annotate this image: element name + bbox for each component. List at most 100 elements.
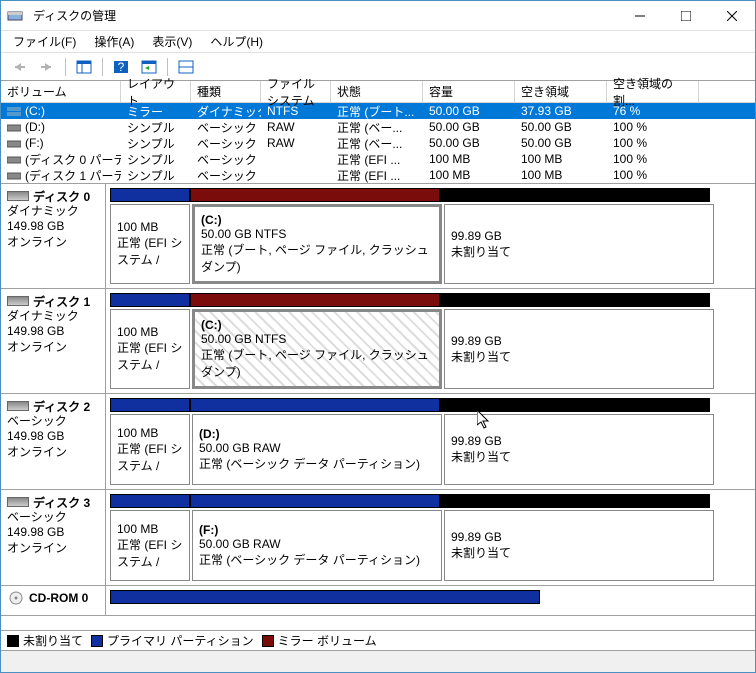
partition-box[interactable]: 99.89 GB未割り当て xyxy=(444,510,714,581)
col-type[interactable]: 種類 xyxy=(191,81,261,102)
volume-name: (F:) xyxy=(25,136,44,150)
partition-size: 99.89 GB xyxy=(451,530,707,544)
partition-box[interactable]: (F:)50.00 GB RAW正常 (ベーシック データ パーティション) xyxy=(192,510,442,581)
menu-file[interactable]: ファイル(F) xyxy=(5,31,84,52)
swatch-mirror xyxy=(262,635,274,647)
menu-action[interactable]: 操作(A) xyxy=(86,31,142,52)
forward-button[interactable] xyxy=(35,56,59,78)
volume-layout: シンプル xyxy=(121,135,191,152)
volume-list-header: ボリューム レイアウト 種類 ファイル システム 状態 容量 空き領域 空き領域… xyxy=(1,81,755,103)
partition-box[interactable]: 99.89 GB未割り当て xyxy=(444,204,714,284)
minimize-button[interactable] xyxy=(617,1,663,30)
partition-status: 正常 (ベーシック データ パーティション) xyxy=(199,455,435,472)
legend-primary: プライマリ パーティション xyxy=(107,632,254,649)
col-free-pct[interactable]: 空き領域の割... xyxy=(607,81,699,102)
volume-free-pct: 100 % xyxy=(607,168,699,182)
disk-color-bar xyxy=(110,293,751,307)
menu-help[interactable]: ヘルプ(H) xyxy=(202,31,271,52)
volume-name: (ディスク 0 パーティシ... xyxy=(25,151,121,168)
swatch-unallocated xyxy=(7,635,19,647)
volume-icon xyxy=(7,138,21,148)
partition-box[interactable]: 100 MB正常 (EFI システム / xyxy=(110,414,190,485)
volume-type: ベーシック xyxy=(191,119,261,136)
col-volume[interactable]: ボリューム xyxy=(1,81,121,102)
close-button[interactable] xyxy=(709,1,755,30)
disk-row[interactable]: CD-ROM 0 xyxy=(1,586,755,616)
swatch-primary xyxy=(91,635,103,647)
volume-icon xyxy=(7,122,21,132)
partition-status: 正常 (ベーシック データ パーティション) xyxy=(199,551,435,568)
disk-type: ダイナミック xyxy=(7,307,99,324)
volume-icon xyxy=(7,154,21,164)
volume-row[interactable]: (ディスク 1 パーティシ...シンプルベーシック正常 (EFI ...100 … xyxy=(1,167,755,183)
volume-fs: RAW xyxy=(261,120,331,134)
disk-icon xyxy=(7,296,29,306)
disk-row[interactable]: ディスク 2ベーシック149.98 GBオンライン100 MB正常 (EFI シ… xyxy=(1,394,755,490)
disk-color-bar xyxy=(110,188,751,202)
volume-capacity: 50.00 GB xyxy=(423,104,515,118)
partition-box[interactable]: 99.89 GB未割り当て xyxy=(444,309,714,389)
partition-label: (C:) xyxy=(201,318,433,332)
title-bar: ディスクの管理 xyxy=(1,1,755,31)
disk-row[interactable]: ディスク 0ダイナミック149.98 GBオンライン100 MB正常 (EFI … xyxy=(1,184,755,289)
disk-state: オンライン xyxy=(7,233,99,250)
partition-status: 未割り当て xyxy=(451,544,707,561)
disk-icon xyxy=(7,191,29,201)
disk-size: 149.98 GB xyxy=(7,525,99,539)
disk-map[interactable]: ディスク 0ダイナミック149.98 GBオンライン100 MB正常 (EFI … xyxy=(1,184,755,630)
partition-box[interactable]: 100 MB正常 (EFI システム / xyxy=(110,510,190,581)
partition-size: 99.89 GB xyxy=(451,434,707,448)
disk-header: CD-ROM 0 xyxy=(1,586,106,615)
volume-capacity: 50.00 GB xyxy=(423,120,515,134)
back-button[interactable] xyxy=(7,56,31,78)
volume-row[interactable]: (D:)シンプルベーシックRAW正常 (ベー...50.00 GB50.00 G… xyxy=(1,119,755,135)
partition-box[interactable]: (C:)50.00 GB NTFS正常 (ブート, ページ ファイル, クラッシ… xyxy=(192,204,442,284)
volume-layout: シンプル xyxy=(121,151,191,168)
svg-text:?: ? xyxy=(118,60,125,74)
partition-box[interactable]: (C:)50.00 GB NTFS正常 (ブート, ページ ファイル, クラッシ… xyxy=(192,309,442,389)
partition-status: 正常 (ブート, ページ ファイル, クラッシュ ダンプ) xyxy=(201,241,433,275)
partition-box[interactable]: 100 MB正常 (EFI システム / xyxy=(110,204,190,284)
col-filesystem[interactable]: ファイル システム xyxy=(261,81,331,102)
disk-icon xyxy=(7,401,29,411)
col-capacity[interactable]: 容量 xyxy=(423,81,515,102)
partition-size: 100 MB xyxy=(117,426,183,440)
volume-free-pct: 100 % xyxy=(607,152,699,166)
disk-row[interactable]: ディスク 1ダイナミック149.98 GBオンライン100 MB正常 (EFI … xyxy=(1,289,755,394)
legend: 未割り当て プライマリ パーティション ミラー ボリューム xyxy=(1,630,755,650)
disk-state: オンライン xyxy=(7,443,99,460)
volume-fs: RAW xyxy=(261,136,331,150)
col-free[interactable]: 空き領域 xyxy=(515,81,607,102)
volume-row[interactable]: (F:)シンプルベーシックRAW正常 (ベー...50.00 GB50.00 G… xyxy=(1,135,755,151)
disk-row[interactable]: ディスク 3ベーシック149.98 GBオンライン100 MB正常 (EFI シ… xyxy=(1,490,755,586)
col-status[interactable]: 状態 xyxy=(331,81,423,102)
volume-row[interactable]: (ディスク 0 パーティシ...シンプルベーシック正常 (EFI ...100 … xyxy=(1,151,755,167)
volume-type: ベーシック xyxy=(191,151,261,168)
partition-label: (D:) xyxy=(199,427,435,441)
menu-view[interactable]: 表示(V) xyxy=(144,31,200,52)
disk-state: オンライン xyxy=(7,338,99,355)
volume-free: 50.00 GB xyxy=(515,120,607,134)
disk-header: ディスク 0ダイナミック149.98 GBオンライン xyxy=(1,184,106,288)
partition-status: 正常 (EFI システム / xyxy=(117,536,183,570)
partition-box[interactable]: 100 MB正常 (EFI システム / xyxy=(110,309,190,389)
volume-status: 正常 (ベー... xyxy=(331,119,423,136)
volume-status: 正常 (ブート... xyxy=(331,103,423,120)
show-hide-console-tree-button[interactable] xyxy=(72,56,96,78)
volume-capacity: 100 MB xyxy=(423,168,515,182)
partition-label: (F:) xyxy=(199,523,435,537)
window-title: ディスクの管理 xyxy=(29,7,617,24)
partition-box[interactable]: 99.89 GB未割り当て xyxy=(444,414,714,485)
partition-size: 50.00 GB RAW xyxy=(199,537,435,551)
partition-status: 正常 (EFI システム / xyxy=(117,339,183,373)
partition-box[interactable]: (D:)50.00 GB RAW正常 (ベーシック データ パーティション) xyxy=(192,414,442,485)
partition-status: 未割り当て xyxy=(451,448,707,465)
volume-free-pct: 100 % xyxy=(607,136,699,150)
partition-status: 正常 (EFI システム / xyxy=(117,440,183,474)
disk-name: CD-ROM 0 xyxy=(29,591,88,605)
col-layout[interactable]: レイアウト xyxy=(121,81,191,102)
disk-type: ベーシック xyxy=(7,412,99,429)
app-icon xyxy=(7,8,23,24)
maximize-button[interactable] xyxy=(663,1,709,30)
partition-size: 100 MB xyxy=(117,325,183,339)
